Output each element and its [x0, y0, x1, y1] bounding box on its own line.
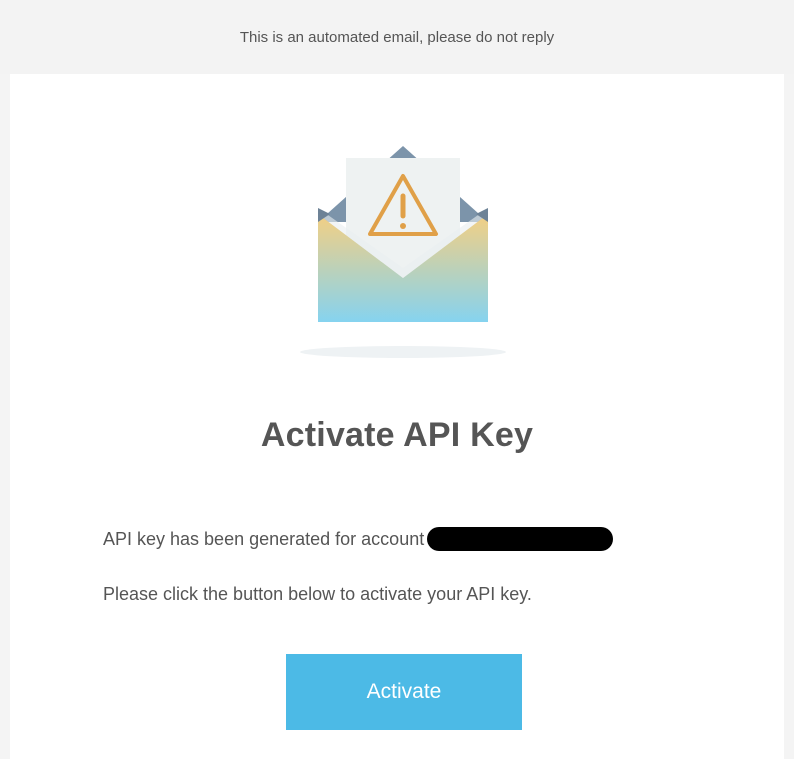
- left-gutter: [0, 0, 10, 759]
- automated-notice-text: This is an automated email, please do no…: [239, 28, 555, 46]
- email-page: This is an automated email, please do no…: [0, 0, 794, 759]
- activate-button[interactable]: Activate: [286, 654, 522, 730]
- account-message-text: API key has been generated for account: [103, 528, 425, 549]
- automated-notice-bar: This is an automated email, please do no…: [0, 0, 794, 74]
- instruction-message: Please click the button below to activat…: [103, 584, 532, 604]
- redacted-account-name: [427, 527, 614, 551]
- warning-envelope-icon: [290, 140, 516, 370]
- account-message: API key has been generated for account: [103, 527, 614, 551]
- right-gutter: [784, 0, 794, 759]
- page-title: Activate API Key: [260, 416, 534, 454]
